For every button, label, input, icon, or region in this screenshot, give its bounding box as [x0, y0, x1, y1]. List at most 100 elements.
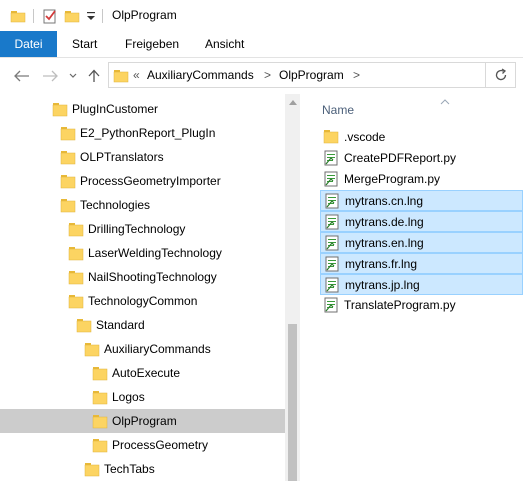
document-icon: [324, 214, 340, 233]
document-icon: [324, 193, 340, 212]
column-header-name[interactable]: Name: [322, 103, 354, 117]
folder-icon: [92, 414, 108, 432]
file-row[interactable]: mytrans.de.lng: [320, 211, 523, 232]
tree-item-label: AuxiliaryCommands: [104, 342, 211, 356]
tree-item-label: TechnologyCommon: [88, 294, 198, 308]
new-folder-icon[interactable]: [64, 0, 80, 31]
document-icon: [323, 297, 339, 316]
tree-item-label: TechTabs: [104, 462, 155, 476]
document-icon: [324, 277, 340, 296]
tree-item[interactable]: PlugInCustomer: [0, 97, 285, 121]
tree-item[interactable]: Standard: [0, 313, 285, 337]
folder-icon: [323, 129, 339, 147]
up-button[interactable]: [84, 58, 104, 94]
document-icon: [323, 171, 339, 190]
file-name: mytrans.jp.lng: [345, 278, 420, 292]
tree-item[interactable]: AuxiliaryCommands: [0, 337, 285, 361]
document-icon: [323, 150, 339, 169]
tree-item[interactable]: LaserWeldingTechnology: [0, 241, 285, 265]
tree-item[interactable]: DrillingTechnology: [0, 217, 285, 241]
tree-item-label: ProcessGeometryImporter: [80, 174, 221, 188]
tab-ansicht[interactable]: Ansicht: [205, 31, 244, 57]
document-icon: [324, 256, 340, 275]
title-separator: [102, 9, 103, 23]
sort-chevron-icon: [440, 94, 450, 108]
tree-item-label: Technologies: [80, 198, 151, 212]
scroll-up-arrow-icon[interactable]: [285, 94, 300, 110]
breadcrumb-auxiliarycommands[interactable]: AuxiliaryCommands: [147, 68, 254, 82]
refresh-button[interactable]: [486, 62, 516, 88]
file-row[interactable]: MergeProgram.py: [320, 169, 523, 190]
tree-item-label: OLPTranslators: [80, 150, 164, 164]
tree-item[interactable]: ProcessGeometryImporter: [0, 169, 285, 193]
tree-item[interactable]: Technologies: [0, 193, 285, 217]
tree-item-label: LaserWeldingTechnology: [88, 246, 222, 260]
file-row[interactable]: mytrans.fr.lng: [320, 253, 523, 274]
file-name: MergeProgram.py: [344, 172, 441, 186]
back-button[interactable]: [10, 58, 34, 94]
tree-item-label: AutoExecute: [112, 366, 181, 380]
file-row[interactable]: mytrans.en.lng: [320, 232, 523, 253]
properties-icon[interactable]: [42, 0, 58, 31]
tree-item[interactable]: Logos: [0, 385, 285, 409]
tree-item-label: NailShootingTechnology: [88, 270, 217, 284]
tab-start[interactable]: Start: [72, 31, 97, 57]
tree-item[interactable]: AutoExecute: [0, 361, 285, 385]
file-row[interactable]: TranslateProgram.py: [320, 295, 523, 316]
folder-icon: [92, 390, 108, 408]
address-bar[interactable]: « AuxiliaryCommands > OlpProgram >: [108, 62, 486, 88]
breadcrumb-separator[interactable]: >: [353, 68, 360, 82]
file-name: mytrans.fr.lng: [345, 257, 418, 271]
folder-icon: [60, 174, 76, 192]
tree-item-label: OlpProgram: [112, 414, 177, 428]
folder-icon: [84, 462, 100, 480]
tree-item[interactable]: OLPTranslators: [0, 145, 285, 169]
tree-item-label: ProcessGeometry: [112, 438, 209, 452]
folder-icon: [113, 68, 129, 86]
file-name: mytrans.de.lng: [345, 215, 424, 229]
tree-item[interactable]: E2_PythonReport_PlugIn: [0, 121, 285, 145]
files-pane[interactable]: Name .vscode CreatePDFReport.py MergeProgr…: [300, 94, 523, 481]
recent-locations-chevron-icon[interactable]: [66, 58, 80, 94]
file-name: .vscode: [344, 130, 386, 144]
file-row[interactable]: .vscode: [320, 127, 523, 148]
forward-button[interactable]: [38, 58, 62, 94]
file-name: TranslateProgram.py: [344, 298, 456, 312]
file-row[interactable]: mytrans.cn.lng: [320, 190, 523, 211]
folder-icon: [60, 126, 76, 144]
refresh-icon: [495, 68, 506, 81]
document-icon: [324, 235, 340, 254]
scrollbar-thumb[interactable]: [288, 324, 297, 481]
tree-item[interactable]: ProcessGeometry: [0, 433, 285, 457]
folder-icon[interactable]: [10, 0, 26, 31]
folder-icon: [52, 102, 68, 120]
folder-icon: [92, 366, 108, 384]
folder-icon: [68, 294, 84, 312]
navigation-pane[interactable]: PlugInCustomer E2_PythonReport_PlugIn OLPT…: [0, 94, 300, 481]
folder-icon: [68, 222, 84, 240]
tree-item[interactable]: TechTabs: [0, 457, 285, 481]
breadcrumb-olpprogram[interactable]: OlpProgram: [279, 68, 344, 82]
folder-icon: [68, 246, 84, 264]
tab-datei[interactable]: Datei: [0, 31, 57, 57]
ribbon-tabs: Datei Start Freigeben Ansicht: [0, 31, 523, 58]
folder-icon: [84, 342, 100, 360]
file-row[interactable]: CreatePDFReport.py: [320, 148, 523, 169]
breadcrumb-separator[interactable]: >: [264, 68, 271, 82]
folder-icon: [76, 318, 92, 336]
tree-item[interactable]: TechnologyCommon: [0, 289, 285, 313]
navigation-scrollbar[interactable]: [285, 94, 300, 481]
breadcrumb-overflow[interactable]: «: [133, 68, 140, 82]
customize-toolbar-icon[interactable]: [86, 0, 96, 31]
tree-item[interactable]: OlpProgram: [0, 409, 285, 433]
file-name: CreatePDFReport.py: [344, 151, 457, 165]
file-name: mytrans.cn.lng: [345, 194, 424, 208]
title-separator: [33, 9, 34, 23]
folder-icon: [60, 198, 76, 216]
folder-icon: [92, 438, 108, 456]
folder-icon: [68, 270, 84, 288]
tree-item[interactable]: NailShootingTechnology: [0, 265, 285, 289]
tab-freigeben[interactable]: Freigeben: [125, 31, 179, 57]
file-row[interactable]: mytrans.jp.lng: [320, 274, 523, 295]
tree-item-label: DrillingTechnology: [88, 222, 186, 236]
